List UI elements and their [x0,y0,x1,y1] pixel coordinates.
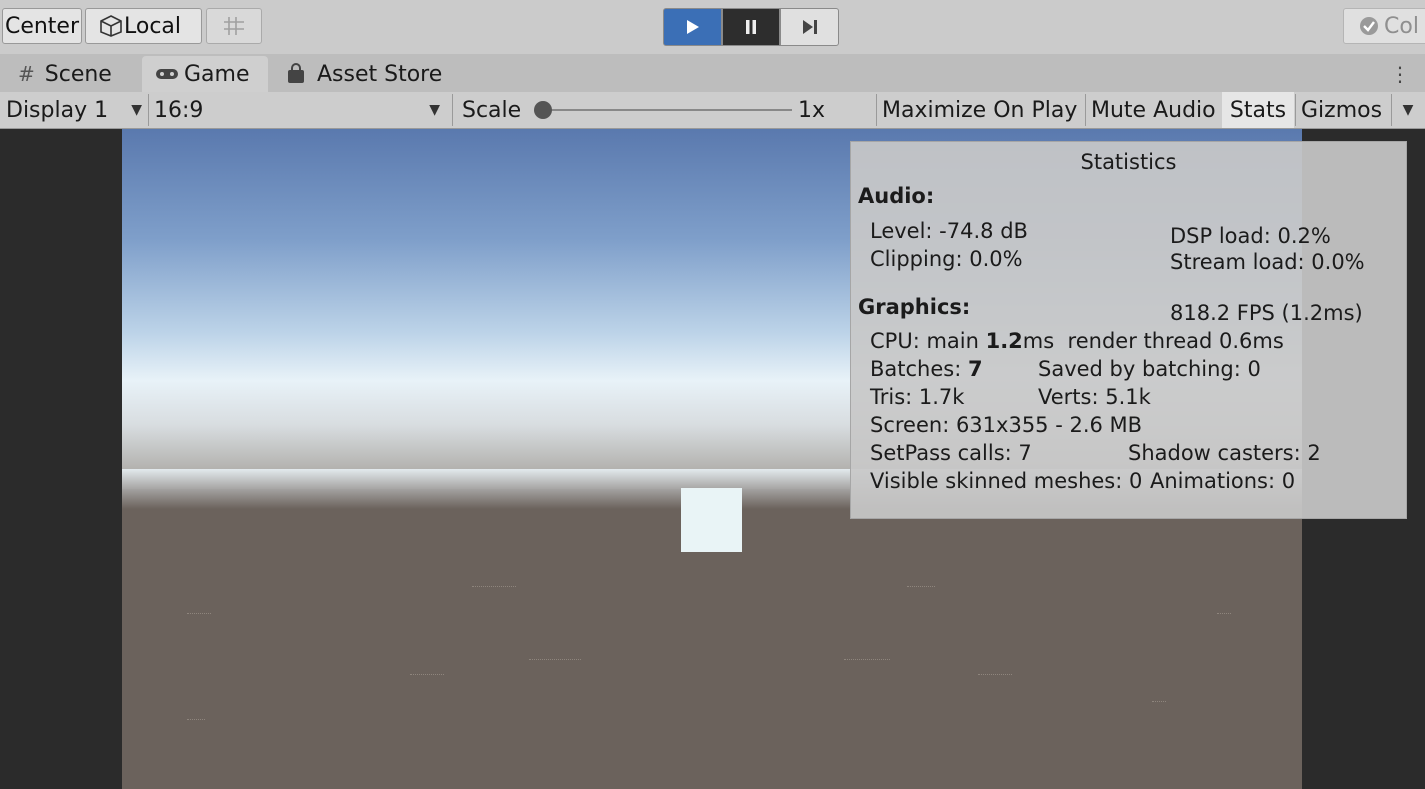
pause-button[interactable] [721,8,781,46]
audio-level: Level: -74.8 dB [870,219,1028,243]
step-icon [802,20,817,34]
batches-prefix: Batches: [870,357,968,381]
ground-speck [1217,613,1231,615]
playmode-controls [663,8,840,46]
main-toolbar: Center Local Col [0,0,1425,54]
tab-menu-kebab-icon[interactable]: ⋮ [1390,56,1410,92]
divider [452,94,453,126]
display-dropdown[interactable]: Display 1 ▼ [6,92,146,128]
dropdown-arrow-icon: ▼ [429,102,440,118]
divider [148,94,149,126]
maximize-label: Maximize On Play [882,97,1078,123]
bag-icon [288,63,304,83]
divider [1391,94,1392,126]
dsp-load: DSP load: 0.2% [1170,224,1331,248]
local-label: Local [124,13,182,39]
cube-object [681,488,742,552]
stats-label: Stats [1229,97,1287,123]
stats-toggle[interactable]: Stats [1222,92,1294,128]
tris-readout: Tris: 1.7k [870,385,965,409]
ground-speck [187,613,211,615]
animations-readout: Animations: 0 [1150,469,1296,493]
window-tab-bar: # Scene Game Asset Store ⋮ [0,54,1425,92]
collab-label: Col [1384,13,1419,39]
cpu-readout: CPU: main 1.2ms render thread 0.6ms [870,329,1284,353]
gamepad-icon [156,69,178,79]
gizmos-dropdown-arrow-icon[interactable]: ▼ [1395,92,1421,128]
ground-speck [472,586,516,588]
tab-scene-label: Scene [44,61,112,87]
divider [876,94,877,126]
tab-asset-store[interactable]: Asset Store [285,56,455,92]
setpass-calls: SetPass calls: 7 [870,441,1032,465]
grid-snap-icon [224,17,244,35]
play-icon [687,20,700,34]
center-label: Center [4,13,80,39]
stream-load: Stream load: 0.0% [1170,250,1365,274]
scale-slider-thumb[interactable] [534,101,552,119]
graphics-header: Graphics: [858,295,971,319]
divider [1295,94,1296,126]
aspect-label: 16:9 [154,97,204,123]
play-button[interactable] [663,8,722,46]
tab-game[interactable]: Game [142,56,268,92]
skinned-meshes: Visible skinned meshes: 0 [870,469,1143,493]
gizmos-toggle[interactable]: Gizmos [1301,92,1387,128]
mute-label: Mute Audio [1091,97,1216,123]
tab-game-label: Game [184,61,250,87]
screen-readout: Screen: 631x355 - 2.6 MB [870,413,1143,437]
checkmark-circle-icon [1360,17,1378,35]
statistics-panel: Statistics Audio: Level: -74.8 dB DSP lo… [850,141,1407,519]
scale-label: Scale [462,97,522,123]
cpu-main-value: 1.2 [985,329,1023,353]
display-label: Display 1 [6,97,109,123]
statistics-title: Statistics [1080,150,1177,174]
collab-button[interactable]: Col [1343,8,1425,44]
cpu-suffix: ms render thread 0.6ms [1022,329,1284,353]
saved-by-batching: Saved by batching: 0 [1038,357,1261,381]
cpu-prefix: CPU: main [870,329,986,353]
batches-readout: Batches: 7 [870,357,983,381]
divider [1085,94,1086,126]
maximize-on-play-toggle[interactable]: Maximize On Play [882,92,1082,128]
pause-icon [746,20,756,34]
aspect-dropdown[interactable]: 16:9 ▼ [154,92,444,128]
ground-speck [844,659,890,661]
verts-readout: Verts: 5.1k [1038,385,1151,409]
pivot-local-button[interactable]: Local [85,8,202,44]
cube-icon [100,15,122,37]
gizmos-label: Gizmos [1301,97,1383,123]
audio-header: Audio: [858,184,935,208]
game-view-control-bar: Display 1 ▼ 16:9 ▼ Scale 1x Maximize On … [0,92,1425,129]
batches-value: 7 [967,357,983,381]
shadow-casters: Shadow casters: 2 [1128,441,1321,465]
fps-readout: 818.2 FPS (1.2ms) [1170,301,1363,325]
ground-speck [978,674,1012,676]
snap-settings-button[interactable] [206,8,262,44]
ground-speck [410,674,444,676]
audio-clipping: Clipping: 0.0% [870,247,1023,271]
scale-slider-track[interactable] [542,109,792,111]
mute-audio-toggle[interactable]: Mute Audio [1091,92,1219,128]
scale-control: Scale 1x [462,92,872,128]
ground-speck [529,659,581,661]
grid-icon: # [18,62,35,86]
scale-value: 1x [798,97,826,123]
dropdown-arrow-icon: ▼ [131,102,142,118]
step-button[interactable] [780,8,840,46]
ground-speck [1152,701,1166,703]
pivot-center-button[interactable]: Center [2,8,82,44]
tab-scene[interactable]: # Scene [8,56,148,92]
ground-speck [907,586,935,588]
tab-asset-store-label: Asset Store [317,61,443,87]
ground-speck [187,719,205,721]
